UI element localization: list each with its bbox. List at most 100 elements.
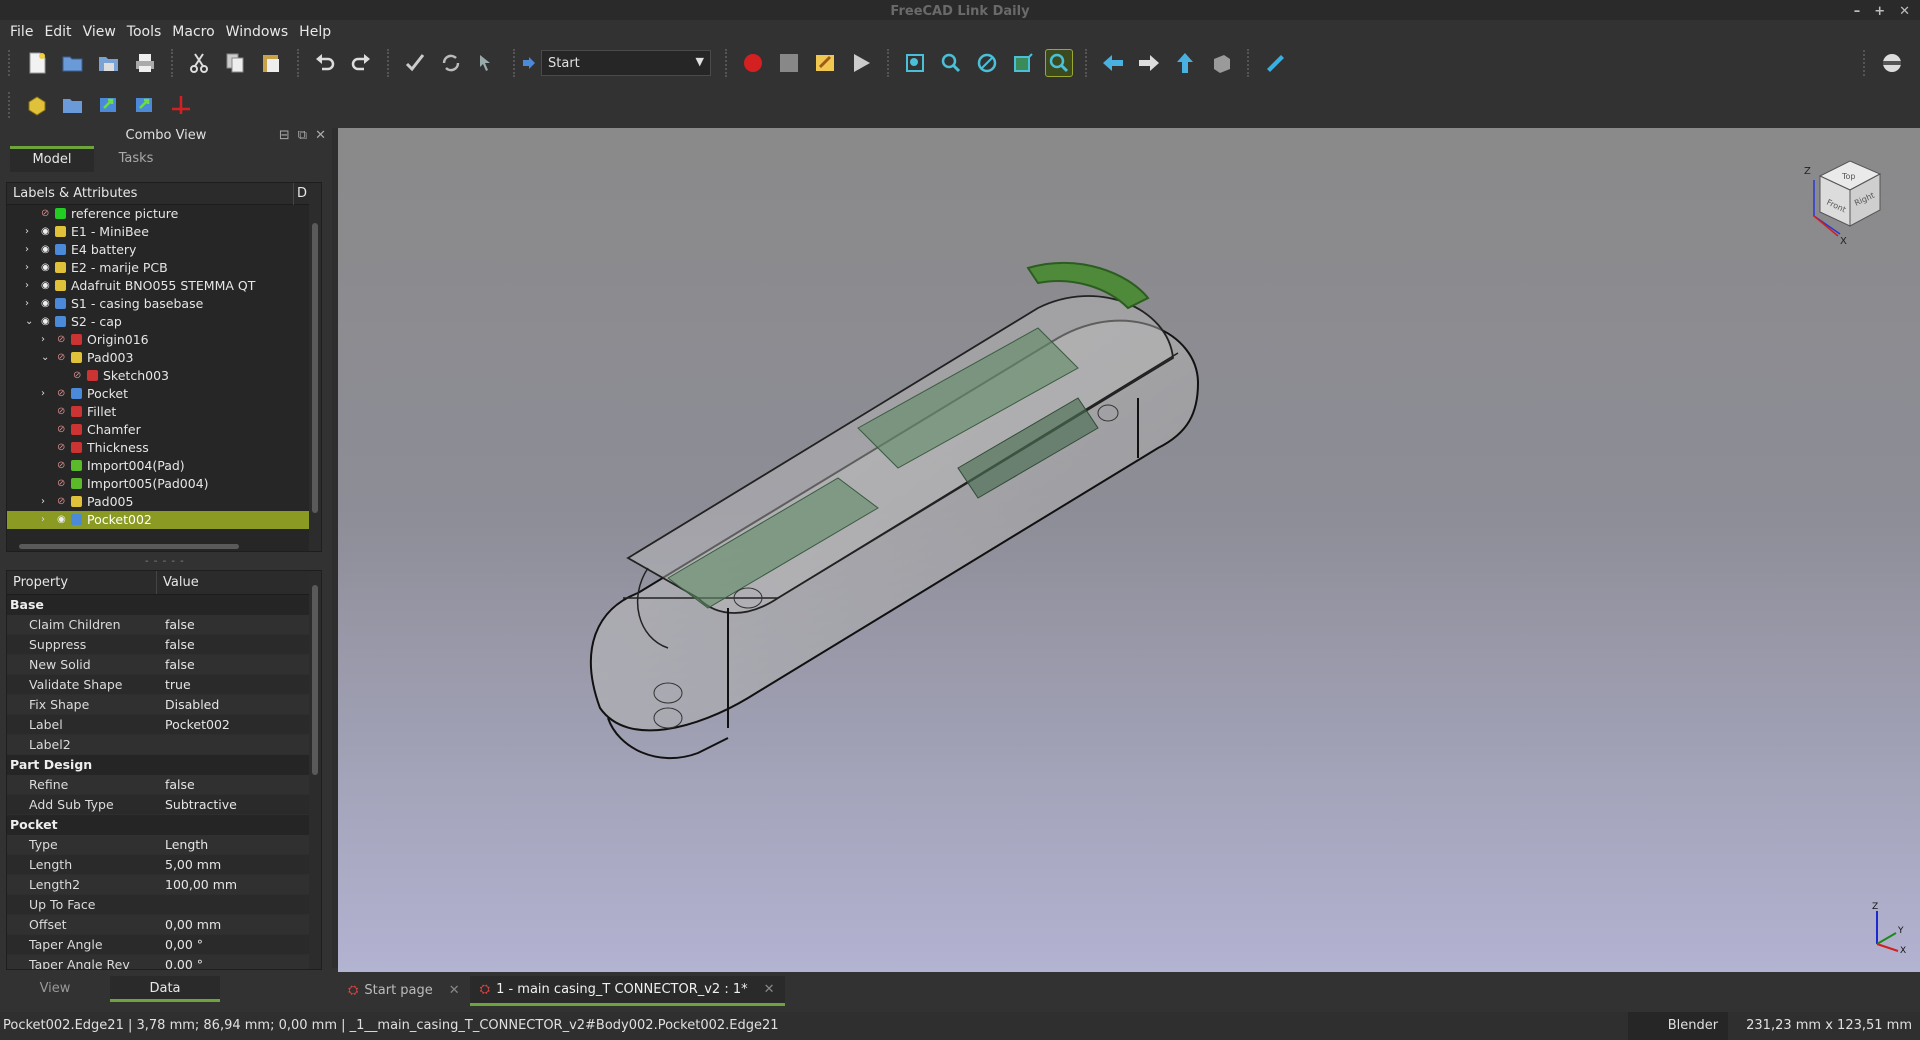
open-folder-icon[interactable] [59, 49, 87, 77]
paste-icon[interactable] [257, 49, 285, 77]
visibility-eye-icon[interactable]: ⊘ [57, 385, 65, 403]
visibility-eye-icon[interactable]: ⊘ [41, 205, 49, 223]
property-column-header[interactable]: Property [7, 571, 157, 594]
tree-item[interactable]: ⌄ ◉ S2 - cap [7, 313, 321, 331]
tree-header[interactable]: Labels & Attributes D [7, 183, 321, 205]
visibility-eye-icon[interactable]: ◉ [41, 277, 50, 295]
visibility-eye-icon[interactable]: ⊘ [57, 475, 65, 493]
tree-item[interactable]: ⊘ Import004(Pad) [7, 457, 321, 475]
tab-tasks[interactable]: Tasks [94, 146, 178, 172]
close-tab-icon[interactable]: ✕ [764, 975, 775, 1005]
copy-icon[interactable] [221, 49, 249, 77]
toolbar-grip[interactable] [8, 50, 13, 76]
fit-selection-icon[interactable] [937, 49, 965, 77]
close-tab-icon[interactable]: ✕ [449, 976, 460, 1006]
property-row[interactable]: Suppress false [7, 635, 321, 655]
property-value[interactable]: Subtractive [157, 795, 237, 814]
recompute-icon[interactable] [437, 49, 465, 77]
property-value[interactable] [157, 735, 165, 754]
tab-model[interactable]: Model [10, 146, 94, 172]
property-value[interactable]: 0,00 ° [157, 935, 203, 954]
casing-model[interactable] [589, 261, 1200, 759]
property-row[interactable]: Length 5,00 mm [7, 855, 321, 875]
tree-hscroll-thumb[interactable] [19, 544, 239, 549]
chevron-right-icon[interactable]: › [25, 295, 35, 313]
close-panel-icon[interactable]: ✕ [315, 128, 326, 143]
panel-splitter[interactable]: - - - - - [145, 556, 185, 567]
bounding-box-icon[interactable] [1009, 49, 1037, 77]
property-row[interactable]: Offset 0,00 mm [7, 915, 321, 935]
property-value[interactable]: 5,00 mm [157, 855, 221, 874]
property-row[interactable]: Taper Angle Rev 0,00 ° [7, 955, 321, 969]
save-icon[interactable] [95, 49, 123, 77]
workbench-icon[interactable] [1878, 49, 1906, 77]
property-row[interactable]: New Solid false [7, 655, 321, 675]
part-icon[interactable] [23, 91, 51, 119]
group-folder-icon[interactable] [59, 91, 87, 119]
property-row[interactable]: Fix Shape Disabled [7, 695, 321, 715]
chevron-right-icon[interactable]: › [25, 223, 35, 241]
box-zoom-icon[interactable] [1045, 49, 1073, 77]
tree-item[interactable]: ⌄ ⊘ Pad003 [7, 349, 321, 367]
visibility-eye-icon[interactable]: ◉ [57, 511, 66, 529]
toolbar-grip[interactable] [1863, 50, 1868, 76]
measure-icon[interactable] [1261, 49, 1289, 77]
property-row[interactable]: Validate Shape true [7, 675, 321, 695]
redo-icon[interactable] [347, 49, 375, 77]
refresh-check-icon[interactable] [401, 49, 429, 77]
tab-view[interactable]: View [0, 976, 110, 1002]
visibility-eye-icon[interactable]: ◉ [41, 295, 50, 313]
visibility-eye-icon[interactable]: ⊘ [57, 403, 65, 421]
tree-item[interactable]: › ⊘ Pocket [7, 385, 321, 403]
property-row[interactable]: Refine false [7, 775, 321, 795]
property-value[interactable]: false [157, 775, 195, 794]
view-forward-icon[interactable] [1135, 49, 1163, 77]
visibility-eye-icon[interactable]: ⊘ [57, 439, 65, 457]
menu-windows[interactable]: Windows [222, 24, 293, 40]
macro-select[interactable]: Start ▼ [541, 50, 711, 76]
property-row[interactable]: Taper Angle 0,00 ° [7, 935, 321, 955]
property-value[interactable]: Disabled [157, 695, 219, 714]
tree-item[interactable]: › ◉ Adafruit BNO055 STEMMA QT [7, 277, 321, 295]
visibility-eye-icon[interactable]: ⊘ [57, 349, 65, 367]
link-icon[interactable] [95, 91, 123, 119]
visibility-eye-icon[interactable]: ◉ [41, 313, 50, 331]
property-value[interactable]: false [157, 615, 195, 634]
chevron-down-icon[interactable]: ⌄ [41, 349, 51, 367]
visibility-eye-icon[interactable]: ⊘ [57, 331, 65, 349]
menu-help[interactable]: Help [295, 24, 335, 40]
chevron-right-icon[interactable]: › [41, 511, 51, 529]
property-value[interactable]: 0,00 ° [157, 955, 203, 969]
property-row[interactable]: Label2 [7, 735, 321, 755]
property-group-header[interactable]: Part Design [7, 755, 321, 775]
property-scroll-thumb[interactable] [312, 585, 318, 775]
property-value[interactable]: 100,00 mm [157, 875, 237, 894]
3d-viewport[interactable]: Top Front Right Z X Z Y X [338, 128, 1920, 972]
tree-horizontal-scrollbar[interactable] [13, 541, 303, 551]
property-row[interactable]: Up To Face [7, 895, 321, 915]
tree-item[interactable]: › ◉ Pocket002 [7, 511, 321, 529]
tree-item[interactable]: ⊘ Thickness [7, 439, 321, 457]
property-value[interactable]: false [157, 635, 195, 654]
fit-all-icon[interactable] [901, 49, 929, 77]
tree-scroll-thumb[interactable] [312, 223, 318, 513]
tree-item[interactable]: › ◉ S1 - casing basebase [7, 295, 321, 313]
view-up-icon[interactable] [1171, 49, 1199, 77]
draw-style-icon[interactable] [973, 49, 1001, 77]
property-row[interactable]: Length2 100,00 mm [7, 875, 321, 895]
tree-item[interactable]: › ◉ E1 - MiniBee [7, 223, 321, 241]
property-group-header[interactable]: Pocket [7, 815, 321, 835]
menu-view[interactable]: View [79, 24, 120, 40]
tree-item[interactable]: › ⊘ Origin016 [7, 331, 321, 349]
tree-item[interactable]: ⊘ Fillet [7, 403, 321, 421]
tree-item[interactable]: ⊘ Chamfer [7, 421, 321, 439]
cut-icon[interactable] [185, 49, 213, 77]
property-group-header[interactable]: Base [7, 595, 321, 615]
whats-this-icon[interactable] [473, 49, 501, 77]
edit-macro-icon[interactable] [811, 49, 839, 77]
stop-macro-icon[interactable] [775, 49, 803, 77]
tab-data[interactable]: Data [110, 976, 220, 1002]
visibility-eye-icon[interactable]: ⊘ [57, 493, 65, 511]
property-row[interactable]: Add Sub Type Subtractive [7, 795, 321, 815]
tree-item[interactable]: ⊘ Sketch003 [7, 367, 321, 385]
